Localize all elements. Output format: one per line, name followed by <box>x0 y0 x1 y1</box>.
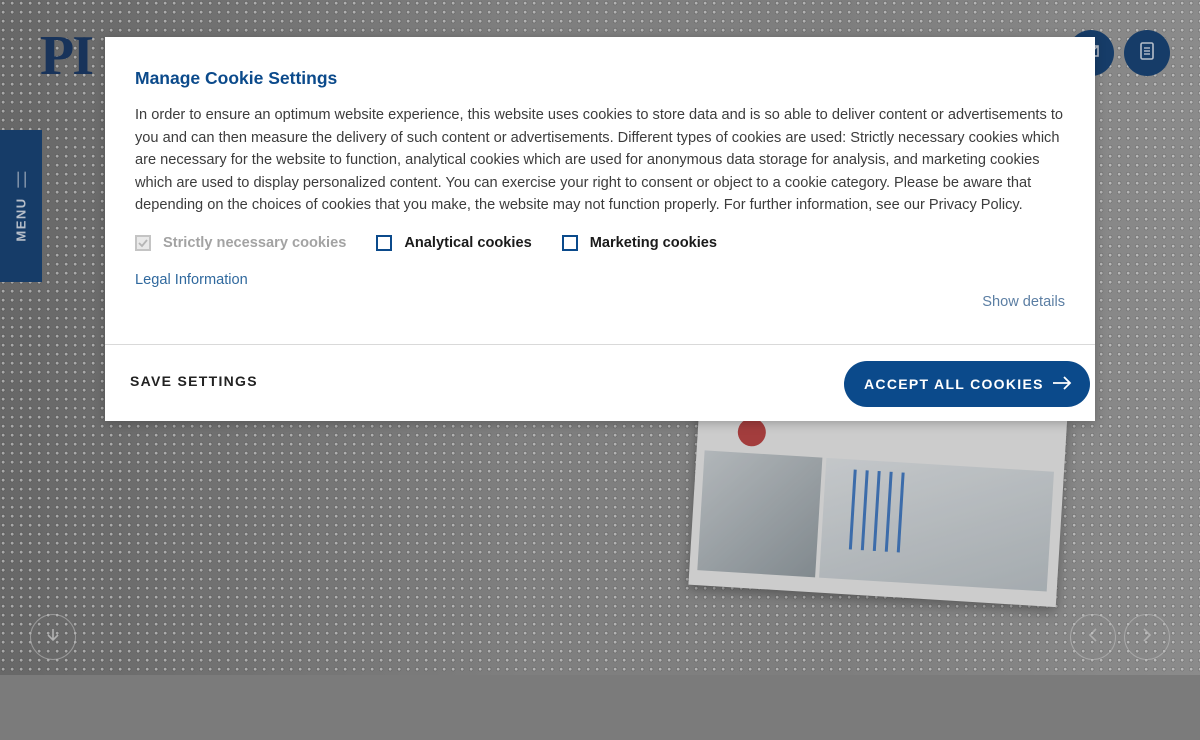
dialog-divider <box>105 344 1095 345</box>
analytical-label[interactable]: Analytical cookies <box>404 235 531 251</box>
cookie-settings-dialog: Manage Cookie Settings In order to ensur… <box>105 37 1095 421</box>
accept-all-cookies-label: ACCEPT ALL COOKIES <box>864 376 1044 392</box>
analytical-checkbox[interactable] <box>376 235 393 251</box>
marketing-checkbox[interactable] <box>561 235 578 251</box>
show-details-link[interactable]: Show details <box>982 294 1065 310</box>
dialog-description: In order to ensure an optimum website ex… <box>135 107 1064 213</box>
legal-information-link[interactable]: Legal Information <box>135 272 248 288</box>
arrow-right-icon <box>1052 375 1072 393</box>
cookie-options: Strictly necessary cookies Analytical co… <box>135 232 747 254</box>
strictly-necessary-label: Strictly necessary cookies <box>163 235 347 251</box>
accept-all-cookies-button[interactable]: ACCEPT ALL COOKIES <box>844 361 1090 407</box>
marketing-label[interactable]: Marketing cookies <box>590 235 717 251</box>
strictly-necessary-checkbox <box>135 235 151 251</box>
option-marketing[interactable]: Marketing cookies <box>561 235 717 251</box>
save-settings-button[interactable]: SAVE SETTINGS <box>130 373 258 389</box>
dialog-title: Manage Cookie Settings <box>135 68 338 88</box>
option-strictly-necessary: Strictly necessary cookies <box>135 235 346 251</box>
option-analytical[interactable]: Analytical cookies <box>376 235 532 251</box>
